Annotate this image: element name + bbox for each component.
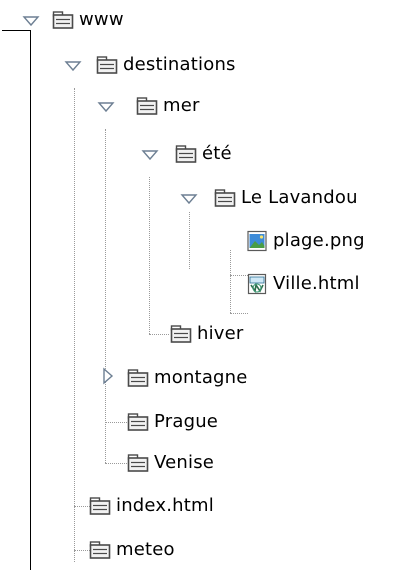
folder-icon <box>170 323 192 345</box>
folder-icon <box>127 367 149 389</box>
tree-item-label: plage.png <box>273 230 365 251</box>
folder-icon <box>127 411 149 433</box>
folder-icon <box>96 54 118 76</box>
tree-item-label: hiver <box>197 323 244 344</box>
expanded-triangle-icon[interactable] <box>141 146 159 164</box>
tree-item-label: Venise <box>154 452 215 473</box>
html-file-icon <box>246 273 268 295</box>
tree-item-label: Prague <box>154 411 219 432</box>
expanded-triangle-icon[interactable] <box>64 57 82 75</box>
tree-item-meteo[interactable]: meteo <box>89 536 175 564</box>
guide-line-www <box>74 88 75 562</box>
guide-line-mer <box>149 177 150 334</box>
tree-item-label: Ville.html <box>273 273 360 294</box>
file-tree: www destinations mer été Le Lavandou pla… <box>0 0 412 570</box>
guide-line-ete <box>189 212 190 269</box>
tree-item-venise[interactable]: Venise <box>127 449 214 477</box>
tree-item-label: destinations <box>123 54 236 75</box>
folder-icon <box>214 187 236 209</box>
folder-icon <box>89 539 111 561</box>
tree-item-plage-png[interactable]: plage.png <box>246 227 365 255</box>
folder-icon <box>52 9 74 31</box>
tree-item-le-lavandou[interactable]: Le Lavandou <box>214 184 358 212</box>
tree-item-label: meteo <box>116 539 175 560</box>
folder-icon <box>175 143 197 165</box>
tree-item-label: mer <box>163 95 200 116</box>
tree-item-ete[interactable]: été <box>175 140 232 168</box>
guide-branch-index <box>74 506 90 507</box>
tree-item-ville-html[interactable]: Ville.html <box>246 270 360 298</box>
tree-item-prague[interactable]: Prague <box>127 408 218 436</box>
expanded-triangle-icon[interactable] <box>180 190 198 208</box>
tree-item-mer[interactable]: mer <box>136 92 200 120</box>
folder-icon <box>89 495 111 517</box>
image-file-icon <box>246 230 268 252</box>
guide-line-destinations <box>105 129 106 463</box>
tree-item-index-html[interactable]: index.html <box>89 492 214 520</box>
tree-root-line <box>2 30 30 31</box>
guide-branch-meteo <box>74 550 90 551</box>
tree-item-montagne[interactable]: montagne <box>127 364 248 392</box>
guide-branch-hiver <box>149 334 169 335</box>
tree-item-label: montagne <box>154 367 248 388</box>
tree-root-border <box>30 30 31 570</box>
tree-item-label: www <box>79 9 124 30</box>
guide-line-le-lavandou <box>230 250 231 313</box>
tree-item-label: index.html <box>116 495 214 516</box>
tree-item-label: Le Lavandou <box>241 187 358 208</box>
tree-item-hiver[interactable]: hiver <box>170 320 244 348</box>
expanded-triangle-icon[interactable] <box>97 98 115 116</box>
folder-icon <box>127 452 149 474</box>
expanded-triangle-icon[interactable] <box>22 12 40 30</box>
tree-item-destinations[interactable]: destinations <box>96 51 236 79</box>
tree-item-label: été <box>202 143 232 164</box>
guide-branch-ville <box>230 313 248 314</box>
collapsed-triangle-icon[interactable] <box>99 367 117 385</box>
folder-icon <box>136 95 158 117</box>
tree-item-www[interactable]: www <box>52 6 124 34</box>
